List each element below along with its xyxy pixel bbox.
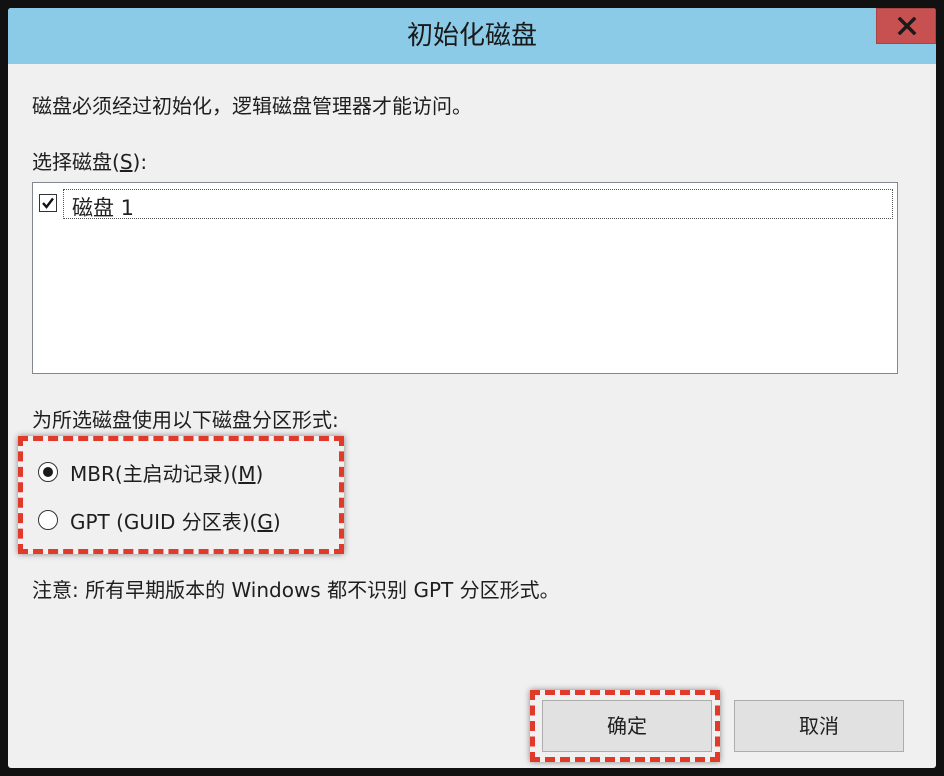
list-item[interactable]: 磁盘 1 <box>37 189 893 220</box>
mbr-radio[interactable] <box>38 462 58 482</box>
dialog-title: 初始化磁盘 <box>406 21 537 51</box>
cancel-button[interactable]: 取消 <box>734 700 904 752</box>
select-disk-label: 选择磁盘(S): <box>32 150 148 174</box>
disk-1-focus-box: 磁盘 1 <box>63 189 893 220</box>
ok-button[interactable]: 确定 <box>542 700 712 752</box>
initialize-disk-dialog: 初始化磁盘 磁盘必须经过初始化，逻辑磁盘管理器才能访问。 选择磁盘(S): 磁盘… <box>8 8 936 768</box>
checkmark-icon <box>42 197 54 209</box>
gpt-radio[interactable] <box>38 510 58 530</box>
radio-selected-dot <box>43 467 53 477</box>
gpt-compatibility-note: 注意: 所有早期版本的 Windows 都不识别 GPT 分区形式。 <box>32 578 560 602</box>
partition-style-label: 为所选磁盘使用以下磁盘分区形式: <box>32 408 339 432</box>
partition-options-highlight <box>18 436 344 554</box>
disk-1-label: 磁盘 1 <box>72 196 135 220</box>
close-button[interactable] <box>876 8 936 44</box>
title-bar: 初始化磁盘 <box>8 8 936 64</box>
close-icon <box>897 17 917 35</box>
disk-1-checkbox[interactable] <box>39 194 57 212</box>
gpt-label: GPT (GUID 分区表)(G) <box>70 510 281 534</box>
mbr-label: MBR(主启动记录)(M) <box>70 462 264 486</box>
intro-text: 磁盘必须经过初始化，逻辑磁盘管理器才能访问。 <box>32 94 472 118</box>
disk-list[interactable]: 磁盘 1 <box>32 182 898 374</box>
